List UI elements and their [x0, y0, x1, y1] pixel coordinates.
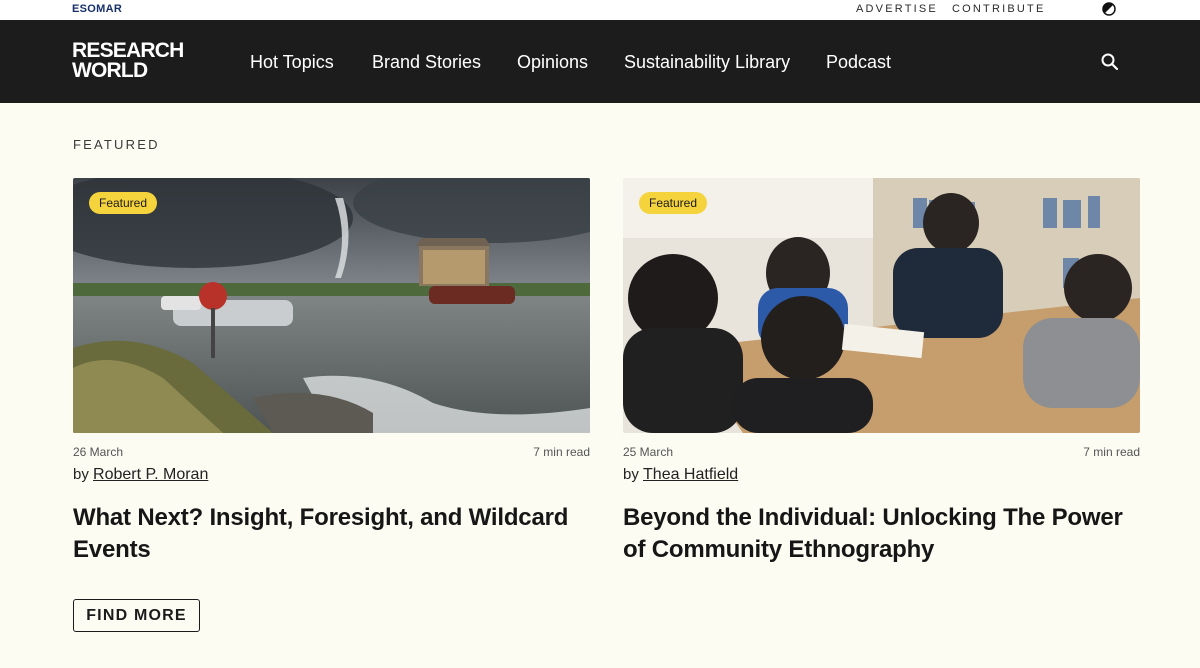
nav-item-podcast[interactable]: Podcast	[826, 52, 891, 73]
find-more-button[interactable]: FIND MORE	[73, 599, 200, 632]
article-date: 25 March	[623, 445, 674, 459]
esomar-brand-link[interactable]: ESOMAR	[72, 3, 122, 15]
article-title[interactable]: Beyond the Individual: Unlocking The Pow…	[623, 502, 1140, 566]
search-icon[interactable]	[1100, 52, 1120, 72]
logo-line-2: WORLD	[72, 59, 148, 82]
read-time: 7 min read	[1083, 445, 1140, 459]
main-nav: RESEARCH WORLD Hot Topics Brand Stories …	[0, 20, 1200, 103]
nav-item-sustainability-library[interactable]: Sustainability Library	[624, 52, 790, 73]
article-image-ethnography[interactable]: Featured	[623, 178, 1140, 433]
byline: by Robert P. Moran	[73, 466, 208, 484]
article-date: 26 March	[73, 445, 124, 459]
read-time: 7 min read	[533, 445, 590, 459]
featured-badge: Featured	[89, 192, 158, 214]
storm-flood-photo	[73, 178, 590, 433]
top-utility-bar: ESOMAR ADVERTISE CONTRIBUTE	[0, 0, 1200, 20]
featured-badge: Featured	[639, 192, 708, 214]
byline: by Thea Hatfield	[623, 466, 738, 484]
half-moon-icon[interactable]	[1102, 2, 1116, 16]
community-group-photo	[623, 178, 1140, 433]
nav-item-opinions[interactable]: Opinions	[517, 52, 588, 73]
nav-item-brand-stories[interactable]: Brand Stories	[372, 52, 481, 73]
author-link[interactable]: Thea Hatfield	[643, 466, 738, 483]
article-card[interactable]: Featured 25 March 7 min read by Thea Hat…	[623, 178, 1140, 563]
byline-prefix: by	[73, 466, 89, 483]
logo-line-1: RESEARCH	[72, 39, 184, 62]
research-world-logo[interactable]: RESEARCH WORLD	[72, 39, 184, 82]
nav-item-hot-topics[interactable]: Hot Topics	[250, 52, 334, 73]
article-title[interactable]: What Next? Insight, Foresight, and Wildc…	[73, 502, 590, 566]
article-image-storm[interactable]: Featured	[73, 178, 590, 433]
contribute-link[interactable]: CONTRIBUTE	[952, 3, 1046, 15]
advertise-link[interactable]: ADVERTISE	[856, 3, 938, 15]
article-card[interactable]: Featured 26 March 7 min read by Robert P…	[73, 178, 590, 563]
article-meta: 25 March 7 min read	[623, 445, 1140, 461]
featured-section-label: FEATURED	[73, 137, 160, 152]
author-link[interactable]: Robert P. Moran	[93, 466, 208, 483]
article-meta: 26 March 7 min read	[73, 445, 590, 461]
byline-prefix: by	[623, 466, 639, 483]
